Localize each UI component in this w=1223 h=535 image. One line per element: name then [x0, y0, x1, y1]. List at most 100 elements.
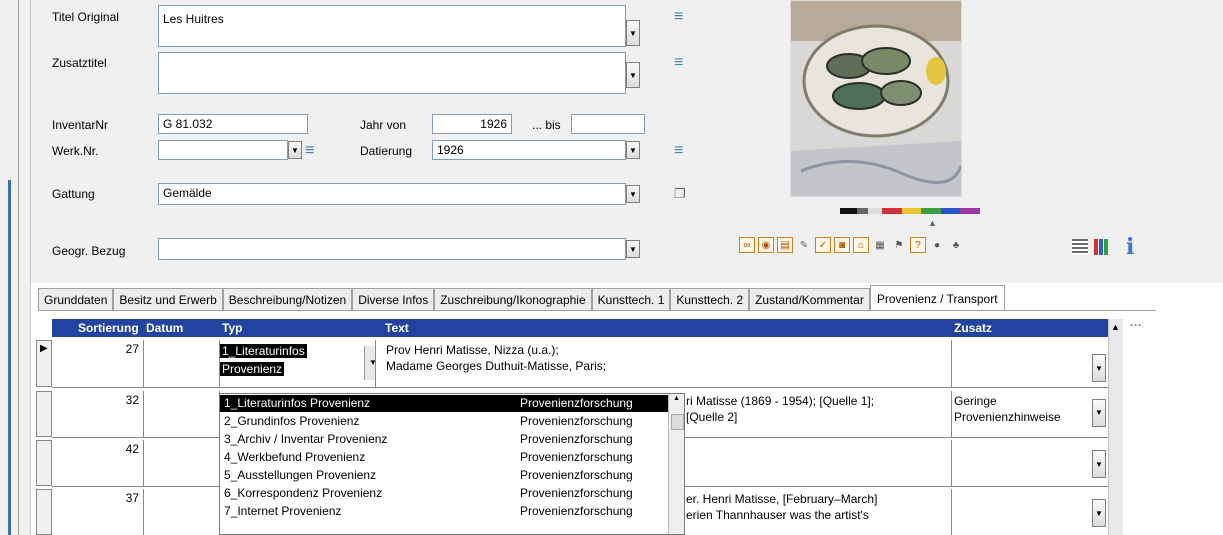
cell-text[interactable] [684, 440, 952, 486]
dropdown-option[interactable]: 6_Korrespondenz Provenienz Provenienzfors… [220, 485, 668, 502]
cell-zusatz[interactable]: ▼ [952, 489, 1108, 535]
typ-dropdown-list[interactable]: 1_Literaturinfos Provenienz Provenienzfor… [219, 393, 685, 535]
house-icon[interactable]: ⌂ [853, 237, 869, 253]
tab-besitz-erwerb[interactable]: Besitz und Erwerb [113, 288, 223, 310]
thesaurus-icon[interactable] [1072, 239, 1088, 255]
cell-sortierung[interactable]: 27 [74, 340, 144, 387]
cell-text[interactable]: Prov Henri Matisse, Nizza (u.a.); Madame… [382, 340, 952, 387]
dropdown-option[interactable]: 3_Archiv / Inventar Provenienz Provenienz… [220, 431, 668, 448]
caret-up-icon[interactable]: ▲ [928, 218, 937, 228]
cell-zusatz[interactable]: ▼ [952, 340, 1108, 387]
typ-dropdown-button[interactable]: ▼ [364, 346, 375, 380]
cell-zusatz[interactable]: Geringe Provenienzhinweise ▼ [952, 391, 1108, 437]
color-calibration-bar [840, 208, 980, 214]
grid-scrollbar[interactable]: ▲ [1108, 319, 1123, 535]
help-icon[interactable]: ? [910, 237, 926, 253]
bis-field[interactable] [571, 114, 645, 134]
menu-lines-icon[interactable]: ≡ [674, 55, 683, 71]
document-icon[interactable]: ▤ [777, 237, 793, 253]
dropdown-option[interactable]: 7_Internet Provenienz Provenienzforschung [220, 503, 668, 520]
cell-datum[interactable] [144, 340, 220, 387]
cell-sortierung[interactable]: 32 [74, 391, 144, 437]
flag-icon[interactable]: ⚑ [891, 237, 907, 253]
col-header-sortierung[interactable]: Sortierung [78, 321, 139, 335]
werknr-field[interactable] [158, 140, 288, 160]
text-line-2: erien Thannhauser was the artist's [686, 508, 869, 522]
tab-zustand[interactable]: Zustand/Kommentar [749, 288, 870, 310]
col-header-zusatz[interactable]: Zusatz [954, 321, 992, 335]
cell-zusatz[interactable]: ▼ [952, 440, 1108, 486]
gattung-dropdown-button[interactable]: ▼ [626, 185, 640, 203]
werknr-dropdown-button[interactable]: ▼ [288, 141, 302, 159]
chevron-down-icon: ▼ [629, 189, 637, 199]
cell-text[interactable]: ri Matisse (1869 - 1954); [Quelle 1]; [Q… [684, 391, 952, 437]
col-header-text[interactable]: Text [385, 321, 409, 335]
col-header-datum[interactable]: Datum [146, 321, 183, 335]
more-options-icon[interactable]: ··· [1130, 318, 1142, 332]
current-row-arrow-icon: ▶ [40, 343, 48, 354]
tab-provenienz-transport[interactable]: Provenienz / Transport [869, 285, 1005, 311]
tab-zuschreibung[interactable]: Zuschreibung/Ikonographie [434, 288, 592, 310]
zusatztitel-dropdown-button[interactable]: ▼ [626, 62, 640, 88]
titel-original-dropdown-button[interactable]: ▼ [626, 20, 640, 46]
dropdown-option[interactable]: 4_Werkbefund Provenienz Provenienzforschu… [220, 449, 668, 466]
cell-text[interactable]: er. Henri Matisse, [February–March] erie… [684, 489, 952, 535]
typ-line-2: Provenienz [220, 362, 285, 376]
tab-grunddaten[interactable]: Grunddaten [38, 288, 114, 310]
left-divider [18, 0, 19, 535]
geogr-dropdown-button[interactable]: ▼ [626, 240, 640, 258]
zusatz-dropdown-button[interactable]: ▼ [1092, 499, 1106, 527]
zusatz-dropdown-button[interactable]: ▼ [1092, 399, 1106, 427]
tab-beschreibung[interactable]: Beschreibung/Notizen [222, 288, 353, 310]
tab-diverse-infos[interactable]: Diverse Infos [352, 288, 435, 310]
dropdown-option[interactable]: 2_Grundinfos Provenienz Provenienzforschu… [220, 413, 668, 430]
info-icon[interactable]: i [1126, 234, 1134, 260]
row-selector[interactable]: ▶ [36, 340, 52, 387]
scroll-up-icon[interactable]: ▲ [1111, 322, 1120, 332]
scroll-up-icon[interactable]: ▲ [673, 395, 680, 402]
row-selector[interactable] [36, 391, 52, 437]
tab-kunsttech-1[interactable]: Kunsttech. 1 [591, 288, 671, 310]
inventarnr-field[interactable]: G 81.032 [158, 114, 308, 134]
checkmark-icon[interactable]: ✓ [815, 237, 831, 253]
tab-kunsttech-2[interactable]: Kunsttech. 2 [670, 288, 750, 310]
dropdown-option[interactable]: 1_Literaturinfos Provenienz Provenienzfor… [220, 395, 668, 412]
menu-lines-icon[interactable]: ≡ [674, 9, 683, 25]
scroll-thumb[interactable] [671, 414, 684, 430]
zusatz-dropdown-button[interactable]: ▼ [1092, 354, 1106, 382]
geogr-bezug-label: Geogr. Bezug [52, 244, 126, 258]
geogr-bezug-field[interactable] [158, 238, 626, 260]
image-toolbar: ∞ ◉ ▤ ✎ ✓ ◙ ⌂ ▦ ⚑ ? ● ♣ [739, 237, 964, 253]
col-header-typ[interactable]: Typ [222, 321, 242, 335]
ruler-icon[interactable]: ▦ [872, 237, 888, 253]
row-selector[interactable] [36, 440, 52, 486]
cell-typ[interactable]: 1_Literaturinfos Provenienz ▼ [220, 340, 376, 387]
eye-icon[interactable]: ◉ [758, 237, 774, 253]
jahr-von-field[interactable]: 1926 [432, 114, 512, 134]
cell-sortierung[interactable]: 37 [74, 489, 144, 535]
link-icon[interactable]: ∞ [739, 237, 755, 253]
cell-datum[interactable] [144, 489, 220, 535]
zusatz-dropdown-button[interactable]: ▼ [1092, 450, 1106, 478]
row-selector[interactable] [36, 489, 52, 535]
zusatztitel-field[interactable] [158, 52, 626, 94]
swd-icon[interactable] [1094, 239, 1108, 255]
table-row[interactable]: 27 1_Literaturinfos Provenienz ▼ Prov He… [52, 340, 1108, 388]
record-icon[interactable]: ● [929, 237, 945, 253]
dropdown-option[interactable]: 5_Ausstellungen Provenienz Provenienzfors… [220, 467, 668, 484]
copy-icon[interactable]: ❐ [674, 186, 686, 202]
zusatz-line-1: Geringe [954, 394, 997, 408]
cell-datum[interactable] [144, 440, 220, 486]
datierung-dropdown-button[interactable]: ▼ [626, 141, 640, 159]
titel-original-field[interactable]: Les Huitres [158, 5, 626, 47]
datierung-field[interactable]: 1926 [432, 140, 626, 160]
gattung-field[interactable]: Gemälde [158, 183, 626, 205]
menu-lines-icon[interactable]: ≡ [305, 143, 314, 159]
menu-lines-icon[interactable]: ≡ [674, 143, 683, 159]
camera-icon[interactable]: ◙ [834, 237, 850, 253]
cell-sortierung[interactable]: 42 [74, 440, 144, 486]
stamp-icon[interactable]: ✎ [796, 237, 812, 253]
cell-datum[interactable] [144, 391, 220, 437]
tree-icon[interactable]: ♣ [948, 237, 964, 253]
dropdown-scrollbar[interactable]: ▲ [668, 394, 684, 534]
